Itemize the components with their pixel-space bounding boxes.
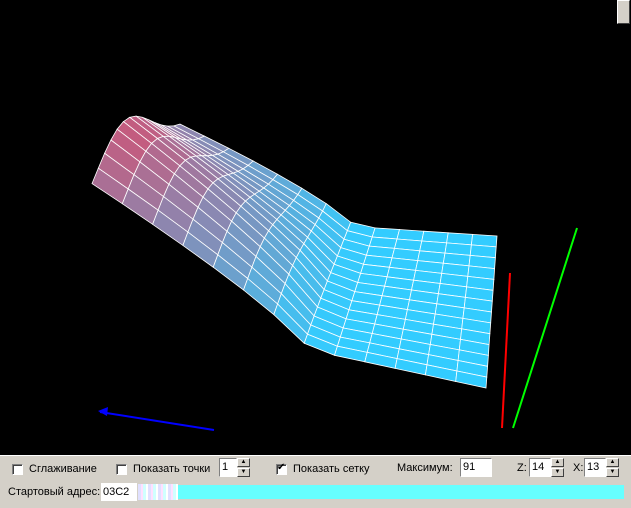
z-label: Z: [517,462,527,474]
show-points-box[interactable] [116,463,127,475]
start-address-input[interactable]: 03C2 [101,483,137,501]
maximum-input[interactable]: 91 [460,458,492,477]
address-artifact [138,484,178,500]
x-spinner[interactable]: ▲ ▼ [606,458,619,477]
smoothing-box[interactable] [12,463,23,475]
surface-mesh [91,115,498,389]
address-data-strip [178,485,624,499]
x-label: X: [573,462,584,474]
controls-row: Сглаживание Показать точки 1 ▲ ▼ ✔ Показ… [0,456,631,482]
surface-plot[interactable] [0,0,616,455]
x-axis-line [99,411,215,431]
show-grid-label: Показать сетку [293,463,370,475]
x-axis-arrow-icon [98,407,108,416]
points-size-input[interactable]: 1 [219,458,237,477]
spin-down-icon[interactable]: ▼ [606,468,619,477]
show-grid-check-icon: ✔ [277,461,286,473]
z-spinner[interactable]: ▲ ▼ [551,458,564,477]
z-axis-line [512,227,578,429]
points-size-spinner[interactable]: ▲ ▼ [237,458,250,477]
spin-down-icon[interactable]: ▼ [237,468,250,477]
spin-down-icon[interactable]: ▼ [551,468,564,477]
start-address-label: Стартовый адрес: [8,486,101,498]
spin-up-icon[interactable]: ▲ [237,458,250,467]
spin-up-icon[interactable]: ▲ [551,458,564,467]
show-grid-checkbox[interactable]: ✔ Показать сетку [276,459,370,479]
show-points-checkbox[interactable]: Показать точки [116,459,210,479]
scrollbar-thumb[interactable] [617,0,630,24]
vertical-scrollbar[interactable] [616,0,631,455]
address-row: Стартовый адрес: 03C2 [0,482,631,508]
show-grid-box[interactable]: ✔ [276,461,287,475]
control-panel: Сглаживание Показать точки 1 ▲ ▼ ✔ Показ… [0,455,631,508]
show-points-label: Показать точки [133,463,211,475]
spin-up-icon[interactable]: ▲ [606,458,619,467]
smoothing-checkbox[interactable]: Сглаживание [12,459,97,479]
z-input[interactable]: 14 [529,458,551,477]
smoothing-label: Сглаживание [29,463,97,475]
y-axis-line [501,272,511,429]
maximum-label: Максимум: [397,462,453,474]
x-input[interactable]: 13 [584,458,606,477]
3d-surface-viewport[interactable] [0,0,631,455]
